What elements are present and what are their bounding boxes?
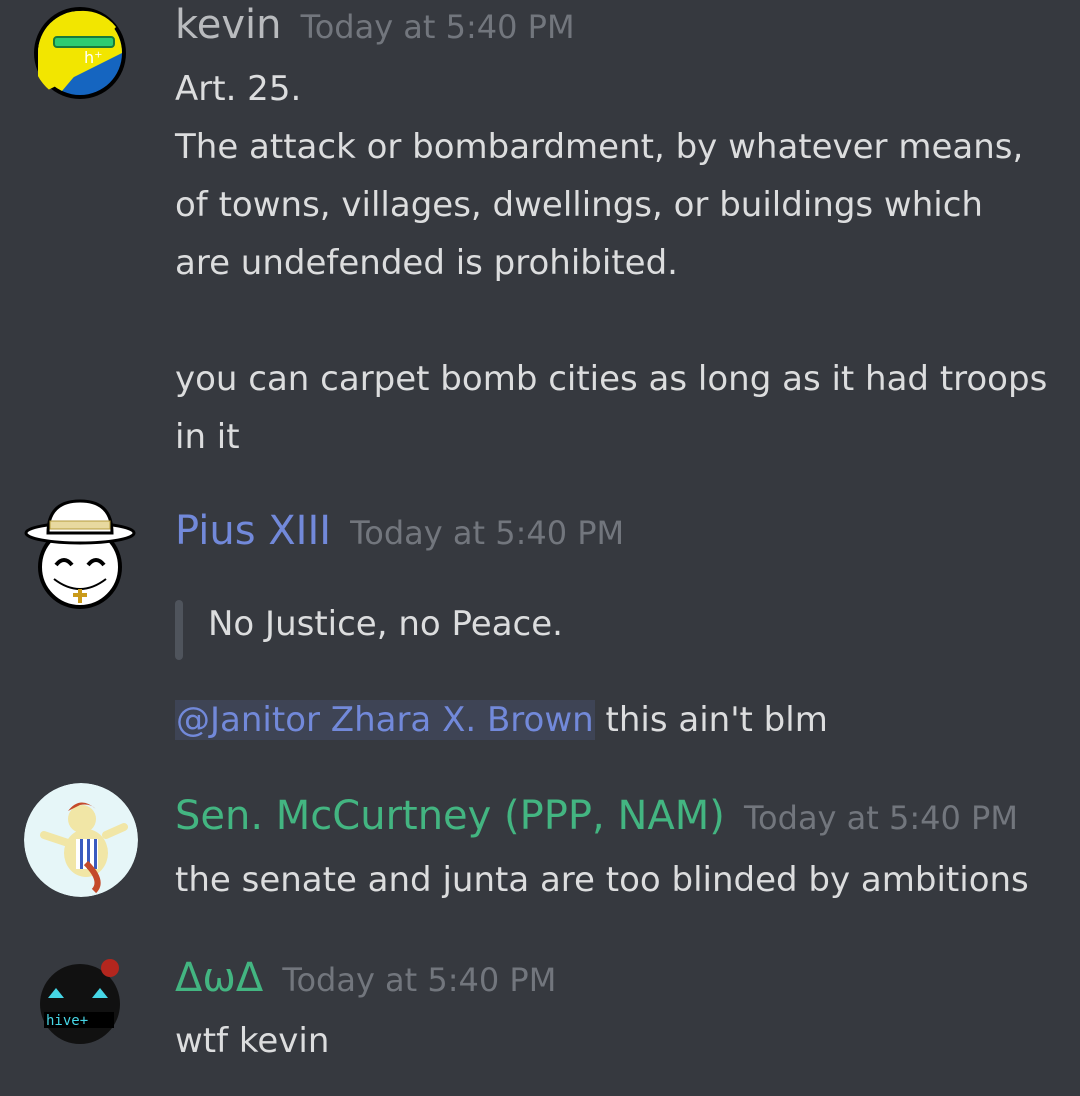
pony-avatar-icon xyxy=(24,783,138,897)
message-header: ΔωΔ Today at 5:40 PM xyxy=(175,955,556,1001)
author-name[interactable]: kevin xyxy=(175,2,281,48)
countryball-avatar-icon: h⁺ xyxy=(34,7,126,99)
avatar-pius[interactable] xyxy=(24,495,136,615)
message-content: Art. 25. The attack or bombardment, by w… xyxy=(175,60,1055,466)
message-content: wtf kevin xyxy=(175,1012,1055,1070)
message-content: the senate and junta are too blinded by … xyxy=(175,851,1055,909)
timestamp: Today at 5:40 PM xyxy=(282,961,557,999)
pope-ball-avatar-icon xyxy=(24,499,136,609)
avatar-kevin[interactable]: h⁺ xyxy=(32,5,128,101)
user-mention[interactable]: @Janitor Zhara X. Brown xyxy=(175,700,595,740)
timestamp: Today at 5:40 PM xyxy=(300,8,575,46)
message-line: are undefended is prohibited. xyxy=(175,243,678,283)
author-name[interactable]: ΔωΔ xyxy=(175,955,263,1001)
message-line: The attack or bombardment, by whatever m… xyxy=(175,127,1024,167)
message-line: the senate and junta are too blinded by … xyxy=(175,860,1029,900)
author-name[interactable]: Sen. McCurtney (PPP, NAM) xyxy=(175,793,725,839)
message-line: Art. 25. xyxy=(175,69,302,109)
message-line: in it xyxy=(175,417,240,457)
avatar-mccurtney[interactable] xyxy=(24,783,138,897)
message-header: Sen. McCurtney (PPP, NAM) Today at 5:40 … xyxy=(175,793,1018,839)
message-line: you can carpet bomb cities as long as it… xyxy=(175,359,1048,399)
avatar-awa[interactable]: hive+ xyxy=(34,958,126,1046)
message-text: this ain't blm xyxy=(594,700,828,740)
message-line: @Janitor Zhara X. Brown this ain't blm xyxy=(175,691,1055,749)
quote-bar xyxy=(175,600,183,660)
author-name[interactable]: Pius XIII xyxy=(175,508,331,554)
quote-text: No Justice, no Peace. xyxy=(208,604,563,644)
message-header: kevin Today at 5:40 PM xyxy=(175,2,575,48)
message-header: Pius XIII Today at 5:40 PM xyxy=(175,508,624,554)
hive-ball-avatar-icon: hive+ xyxy=(40,959,120,1044)
message-content: @Janitor Zhara X. Brown this ain't blm xyxy=(175,691,1055,749)
avatar-badge: hive+ xyxy=(46,1013,88,1029)
timestamp: Today at 5:40 PM xyxy=(350,514,625,552)
avatar-badge: h⁺ xyxy=(84,48,103,67)
message-line xyxy=(175,292,1055,350)
message-line: wtf kevin xyxy=(175,1021,330,1061)
timestamp: Today at 5:40 PM xyxy=(743,799,1018,837)
message-line: of towns, villages, dwellings, or buildi… xyxy=(175,185,983,225)
